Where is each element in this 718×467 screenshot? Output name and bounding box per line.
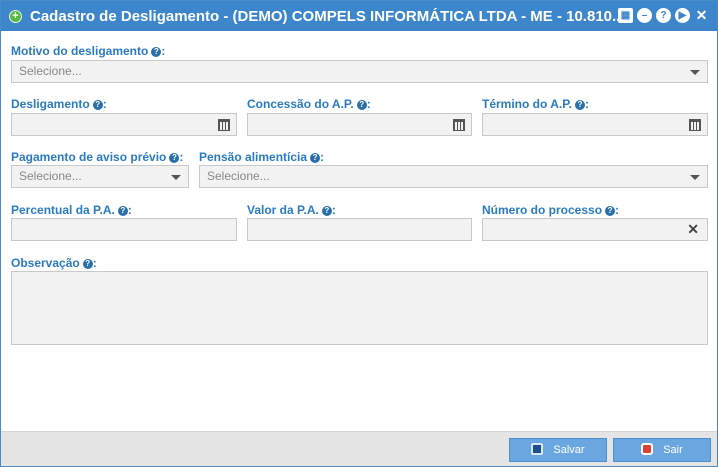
calendar-icon[interactable] xyxy=(689,119,701,131)
valor-label: Valor da P.A.?: xyxy=(247,203,336,217)
motivo-select[interactable]: Selecione... xyxy=(11,60,708,83)
calendar-icon[interactable] xyxy=(453,119,465,131)
plus-circle-icon: + xyxy=(9,9,22,23)
pensao-select-value: Selecione... xyxy=(207,169,270,183)
valor-label-text: Valor da P.A. xyxy=(247,203,319,217)
save-button[interactable]: Salvar xyxy=(509,438,607,462)
window-title: Cadastro de Desligamento - (DEMO) COMPEL… xyxy=(30,7,625,25)
help-icon[interactable]: ? xyxy=(92,100,103,110)
numero-input[interactable]: ✕ xyxy=(482,218,708,241)
pensao-label: Pensão alimentícia?: xyxy=(199,150,325,164)
help-icon[interactable]: ? xyxy=(356,100,367,110)
play-icon[interactable]: ▶ xyxy=(675,8,690,23)
chevron-down-icon xyxy=(690,70,700,75)
help-icon[interactable]: ? xyxy=(82,259,93,269)
chevron-down-icon xyxy=(171,175,181,180)
help-icon[interactable]: ? xyxy=(310,153,321,163)
help-icon[interactable]: ? xyxy=(169,153,180,163)
pagamento-label-text: Pagamento de aviso prévio xyxy=(11,150,167,164)
termino-label: Término do A.P.?: xyxy=(482,97,590,111)
desligamento-label: Desligamento?: xyxy=(11,97,107,111)
concessao-date-field[interactable] xyxy=(247,113,472,136)
title-bar: + Cadastro de Desligamento - (DEMO) COMP… xyxy=(1,1,717,31)
observacao-textarea[interactable] xyxy=(11,271,708,345)
dialog-window: + Cadastro de Desligamento - (DEMO) COMP… xyxy=(0,0,718,467)
observacao-label-text: Observação xyxy=(11,256,80,270)
help-icon[interactable]: ? xyxy=(151,47,162,57)
concessao-label: Concessão do A.P.?: xyxy=(247,97,371,111)
chevron-down-icon xyxy=(690,175,700,180)
percentual-label: Percentual da P.A.?: xyxy=(11,203,132,217)
percentual-input[interactable] xyxy=(11,218,237,241)
concessao-label-text: Concessão do A.P. xyxy=(247,97,354,111)
help-icon[interactable]: ? xyxy=(321,206,332,216)
pagamento-select[interactable]: Selecione... xyxy=(11,165,189,188)
help-icon[interactable]: ? xyxy=(656,8,671,23)
help-icon[interactable]: ? xyxy=(605,206,616,216)
desligamento-date-field[interactable] xyxy=(11,113,237,136)
termino-date-field[interactable] xyxy=(482,113,708,136)
floppy-disk-icon xyxy=(531,443,544,455)
exit-button-label: Sair xyxy=(663,444,683,456)
help-icon[interactable]: ? xyxy=(117,206,128,216)
calendar-icon[interactable]: ▦ xyxy=(618,8,633,23)
valor-input[interactable] xyxy=(247,218,472,241)
title-toolbar: ▦ – ? ▶ ✕ xyxy=(618,8,709,23)
save-button-label: Salvar xyxy=(553,444,585,456)
termino-label-text: Término do A.P. xyxy=(482,97,573,111)
numero-label-text: Número do processo xyxy=(482,203,603,217)
exit-icon xyxy=(641,443,654,455)
close-icon[interactable]: ✕ xyxy=(694,8,709,23)
pensao-select[interactable]: Selecione... xyxy=(199,165,708,188)
motivo-label: Motivo do desligamento?: xyxy=(11,44,166,58)
calendar-icon[interactable] xyxy=(218,119,230,131)
motivo-select-value: Selecione... xyxy=(19,64,82,78)
footer-bar: Salvar Sair xyxy=(1,431,717,466)
pensao-label-text: Pensão alimentícia xyxy=(199,150,308,164)
pagamento-label: Pagamento de aviso prévio?: xyxy=(11,150,184,164)
motivo-label-text: Motivo do desligamento xyxy=(11,44,149,58)
observacao-label: Observação?: xyxy=(11,256,97,270)
help-icon[interactable]: ? xyxy=(575,100,586,110)
exit-button[interactable]: Sair xyxy=(613,438,711,462)
minimize-icon[interactable]: – xyxy=(637,8,652,23)
desligamento-label-text: Desligamento xyxy=(11,97,90,111)
numero-label: Número do processo?: xyxy=(482,203,620,217)
pagamento-select-value: Selecione... xyxy=(19,169,82,183)
clear-icon[interactable]: ✕ xyxy=(687,219,699,240)
percentual-label-text: Percentual da P.A. xyxy=(11,203,115,217)
